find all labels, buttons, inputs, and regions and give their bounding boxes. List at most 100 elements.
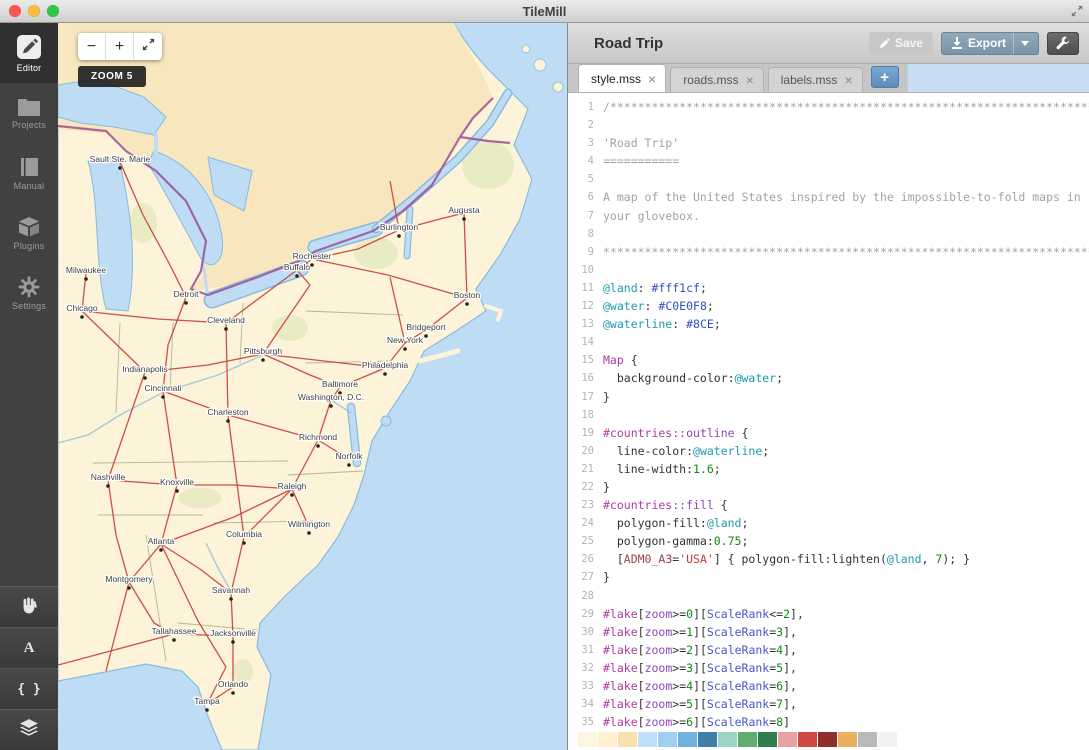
code-line: 7your glovebox. [568,207,1089,225]
code-line: 20 line-color:@waterline; [568,442,1089,460]
svg-text:Columbia: Columbia [226,529,262,539]
editor-panel: Road Trip Save Export style.mss×roads.ms… [567,23,1089,750]
line-number: 11 [568,279,603,297]
line-number: 34 [568,695,603,713]
palette-swatch[interactable] [598,732,617,747]
code-line: 28 [568,587,1089,605]
line-number: 32 [568,659,603,677]
code-line: 19#countries::outline { [568,424,1089,442]
tool-pan-button[interactable] [0,586,58,627]
project-settings-button[interactable] [1047,32,1079,55]
palette-swatch[interactable] [678,732,697,747]
palette-swatch[interactable] [818,732,837,747]
tool-fonts-button[interactable]: A [0,627,58,668]
sidebar-item-label: Plugins [14,241,45,251]
code-line: 26 [ADM0_A3='USA'] { polygon-fill:lighte… [568,550,1089,568]
palette-swatch[interactable] [798,732,817,747]
tab-roads-mss[interactable]: roads.mss× [670,67,764,92]
color-palette [568,728,1089,750]
close-window-button[interactable] [9,5,21,17]
palette-swatch[interactable] [578,732,597,747]
zoom-out-button[interactable]: − [78,33,106,60]
svg-text:Atlanta: Atlanta [148,536,175,546]
sidebar-item-label: Settings [12,301,46,311]
sidebar-item-plugins[interactable]: Plugins [0,203,58,263]
tab-style-mss[interactable]: style.mss × [578,64,666,92]
svg-text:Montgomery: Montgomery [105,574,153,584]
tab-close-icon[interactable]: × [844,73,852,87]
map-canvas[interactable]: Sault Ste. MarieMilwaukeeChicagoDetroitC… [58,23,567,750]
palette-swatch[interactable] [778,732,797,747]
braces-icon: { } [17,682,40,697]
line-number: 23 [568,496,603,514]
map-preview[interactable]: Sault Ste. MarieMilwaukeeChicagoDetroitC… [58,23,567,750]
code-line: 9***************************************… [568,243,1089,261]
project-title: Road Trip [578,35,861,52]
line-number: 10 [568,261,603,279]
line-number: 28 [568,587,603,605]
palette-swatch[interactable] [858,732,877,747]
palette-swatch[interactable] [658,732,677,747]
code-line: 31#lake[zoom>=2][ScaleRank=4], [568,641,1089,659]
sidebar-item-projects[interactable]: Projects [0,83,58,143]
palette-swatch[interactable] [638,732,657,747]
window-titlebar: TileMill [0,0,1089,23]
tool-carto-button[interactable]: { } [0,668,58,709]
svg-text:Charleston: Charleston [207,407,248,417]
palette-swatch[interactable] [698,732,717,747]
tab-close-icon[interactable]: × [648,72,656,86]
sidebar-item-editor[interactable]: Editor [0,23,58,83]
button-divider [1013,33,1014,54]
line-number: 14 [568,333,603,351]
add-tab-button[interactable]: + [871,66,899,88]
line-number: 6 [568,188,603,206]
code-line: 12@water: #C0E0F8; [568,297,1089,315]
minimize-window-button[interactable] [28,5,40,17]
palette-swatch[interactable] [758,732,777,747]
tab-label: style.mss [591,72,641,86]
hand-icon [20,596,38,619]
fullview-button[interactable] [134,33,162,60]
code-line: 11@land: #fff1cf; [568,279,1089,297]
code-line: 29#lake[zoom>=0][ScaleRank<=2], [568,605,1089,623]
palette-swatch[interactable] [878,732,897,747]
sidebar-item-label: Manual [14,181,45,191]
palette-swatch[interactable] [738,732,757,747]
zoom-window-button[interactable] [47,5,59,17]
tool-layers-button[interactable] [0,709,58,750]
palette-swatch[interactable] [838,732,857,747]
code-line: 24 polygon-fill:@land; [568,514,1089,532]
sidebar-item-settings[interactable]: Settings [0,263,58,323]
wrench-icon [1056,36,1070,50]
export-button-label: Export [968,36,1006,50]
svg-text:Orlando: Orlando [218,679,249,689]
fullscreen-icon[interactable] [1071,5,1083,17]
line-number: 2 [568,116,603,134]
sidebar-item-manual[interactable]: Manual [0,143,58,203]
palette-swatch[interactable] [718,732,737,747]
palette-swatch[interactable] [618,732,637,747]
layers-icon [19,718,39,743]
sidebar: Editor Projects Manual Plugins Settings A { } [0,23,58,750]
svg-text:Bridgeport: Bridgeport [406,322,446,332]
line-number: 35 [568,713,603,728]
chevron-down-icon[interactable] [1021,41,1029,46]
code-line: 17} [568,388,1089,406]
line-number: 16 [568,369,603,387]
svg-text:Savannah: Savannah [212,585,251,595]
svg-text:Cleveland: Cleveland [207,315,245,325]
code-editor[interactable]: 1/**************************************… [568,93,1089,728]
sidebar-item-label: Editor [17,63,42,73]
tab-labels-mss[interactable]: labels.mss× [768,67,863,92]
svg-text:Richmond: Richmond [299,432,338,442]
svg-text:Norfolk: Norfolk [336,451,364,461]
save-button[interactable]: Save [869,32,933,55]
code-line: 22} [568,478,1089,496]
app-body: Editor Projects Manual Plugins Settings A { } [0,23,1089,750]
svg-text:Chicago: Chicago [66,303,97,313]
line-number: 7 [568,207,603,225]
tab-close-icon[interactable]: × [746,73,754,87]
code-line: 33#lake[zoom>=4][ScaleRank=6], [568,677,1089,695]
export-button[interactable]: Export [941,32,1039,55]
zoom-in-button[interactable]: + [106,33,134,60]
